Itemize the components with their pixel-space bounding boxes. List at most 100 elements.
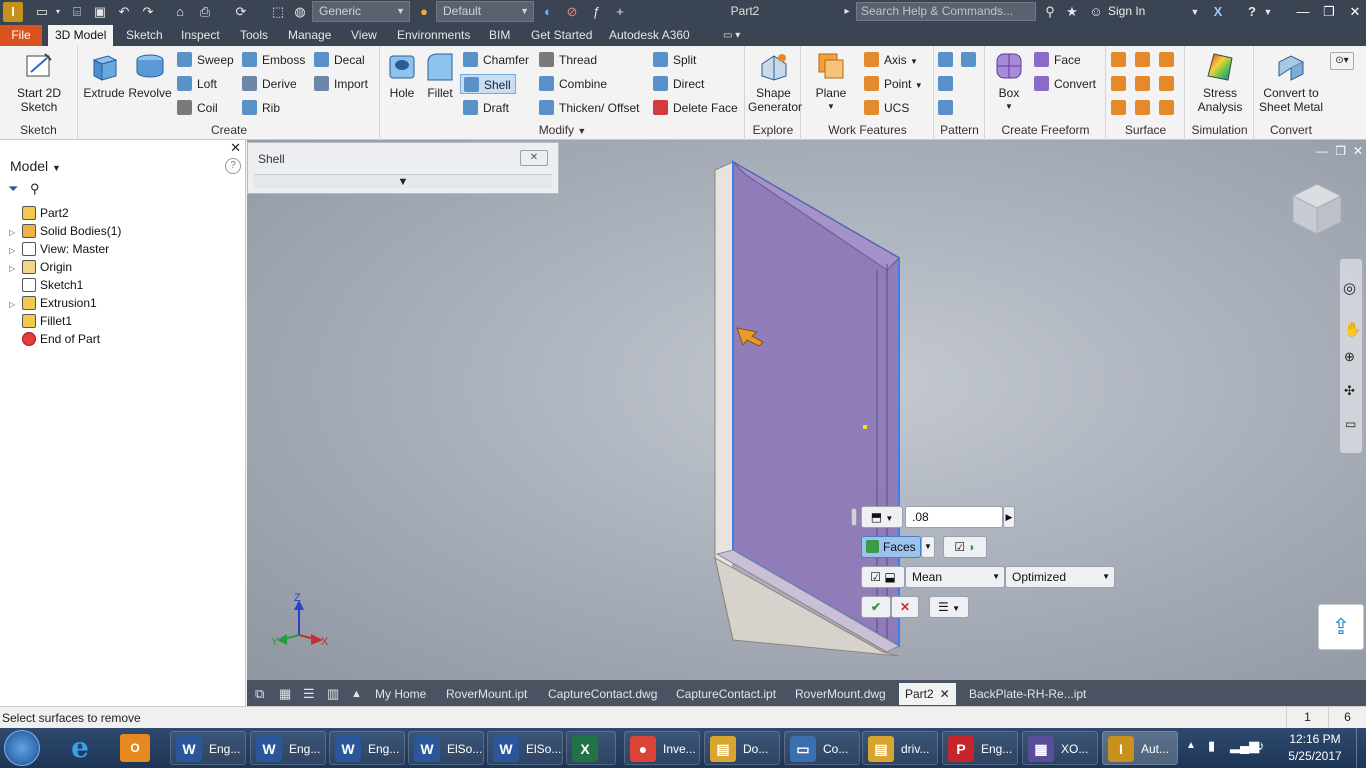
decal-button[interactable]: Decal [314, 50, 365, 70]
favorites-star-icon[interactable]: ★ [1062, 2, 1082, 22]
doc-tab-rovermount-dwg[interactable]: RoverMount.dwg [789, 683, 892, 705]
help-search-input[interactable]: Search Help & Commands... [856, 2, 1036, 21]
tab-3d-model[interactable]: 3D Model [48, 25, 114, 46]
method-select[interactable]: Mean ▼ [905, 566, 1005, 588]
ok-checkmark-icon[interactable]: ✔ [861, 596, 891, 618]
binoculars-icon[interactable]: ⚲ [1040, 2, 1060, 22]
browser-help-icon[interactable]: ? [225, 158, 241, 174]
open-folder-icon[interactable]: ⌸ [67, 2, 87, 22]
point-button[interactable]: Point ▼ [864, 74, 923, 94]
tree-node[interactable]: End of Part [0, 330, 100, 348]
tile-windows-icon[interactable]: ▦ [273, 683, 297, 705]
panel-modify-title[interactable]: Modify ▼ [381, 123, 744, 137]
doc-tab-backplate[interactable]: BackPlate-RH-Re...ipt [963, 683, 1092, 705]
help-dropdown-icon[interactable]: ▼ [1262, 2, 1274, 22]
surface-patch-icon[interactable] [1135, 50, 1155, 70]
taskbar-item[interactable]: W ElSo... [408, 731, 484, 765]
ribbon-options-icon[interactable]: ▭ ▾ [716, 25, 747, 46]
clock-date[interactable]: 5/25/2017 [1282, 749, 1348, 763]
surface-ruled-icon[interactable] [1111, 98, 1131, 118]
undo-icon[interactable]: ↶ [114, 2, 134, 22]
convert-to-sheet-metal-button[interactable]: Convert to Sheet Metal [1255, 50, 1327, 114]
function-icon[interactable]: ƒ [586, 2, 606, 22]
tree-node[interactable]: ▷ Extrusion1 [0, 294, 97, 312]
view-cube-icon[interactable] [1287, 180, 1347, 240]
battery-icon[interactable]: ▮ [1208, 738, 1215, 754]
hole-button[interactable]: Hole [383, 50, 421, 100]
taskbar-item[interactable]: W Eng... [170, 731, 246, 765]
graphics-viewport[interactable]: Z X Y — ❐ ✕ ◎ ✋ ⊕ ✣ ▭ ⇪ ⬒ ▼ .08 ▶ Faces … [247, 140, 1366, 680]
zoom-icon[interactable]: ⊕ [1344, 349, 1355, 365]
save-icon[interactable]: ▣ [90, 2, 110, 22]
plane-button[interactable]: Plane ▼ [808, 50, 854, 114]
tab-list-up-icon[interactable]: ▲ [345, 683, 368, 705]
doc-tab-close-icon[interactable]: ✕ [940, 683, 950, 705]
viewport-close-icon[interactable]: ✕ [1353, 144, 1363, 158]
clock-time[interactable]: 12:16 PM [1282, 732, 1348, 746]
select-icon[interactable]: ⬚ [268, 2, 288, 22]
restore-icon[interactable]: ❐ [1316, 0, 1342, 24]
rectangular-pattern-icon[interactable] [938, 50, 958, 70]
pan-hand-icon[interactable]: ✋ [1344, 321, 1361, 338]
taskbar-item[interactable]: ● Inve... [624, 731, 700, 765]
mini-toolbar-grip[interactable] [851, 508, 857, 526]
cascade-windows-icon[interactable]: ⧉ [249, 683, 270, 705]
ribbon-options-dropdown[interactable]: ⊙▾ [1330, 52, 1354, 70]
surface-repair-icon[interactable] [1159, 98, 1179, 118]
network-signal-icon[interactable]: ▂▄▆ [1230, 738, 1259, 754]
show-hidden-icons[interactable]: ▲ [1186, 740, 1196, 751]
chamfer-button[interactable]: Chamfer [463, 50, 529, 70]
tab-autodesk-a360[interactable]: Autodesk A360 [602, 25, 697, 46]
import-button[interactable]: Import [314, 74, 368, 94]
tab-tools[interactable]: Tools [233, 25, 275, 46]
tab-environments[interactable]: Environments [390, 25, 477, 46]
appearance-combo[interactable]: Generic ▼ [312, 1, 410, 22]
browser-close-icon[interactable]: ✕ [230, 140, 241, 156]
shell-button[interactable]: Shell [460, 74, 516, 94]
add-icon[interactable]: + [610, 2, 630, 22]
cancel-x-icon[interactable]: ✕ [891, 596, 919, 618]
viewport-minimize-icon[interactable]: — [1316, 144, 1328, 158]
tree-node[interactable]: Fillet1 [0, 312, 72, 330]
coil-button[interactable]: Coil [177, 98, 218, 118]
draft-button[interactable]: Draft [463, 98, 509, 118]
tab-file[interactable]: File [0, 25, 42, 46]
internet-explorer-icon[interactable]: e [64, 732, 96, 764]
share-icon[interactable]: ⇪ [1318, 604, 1364, 650]
stress-analysis-button[interactable]: Stress Analysis [1188, 50, 1252, 114]
find-binoculars-icon[interactable]: ⚲ [30, 181, 40, 197]
tree-node[interactable]: ▷ View: Master [0, 240, 109, 258]
tile-horizontal-icon[interactable]: ☰ [297, 683, 321, 705]
box-button[interactable]: Box ▼ [990, 50, 1028, 114]
shell-dialog-close-icon[interactable]: ✕ [520, 150, 548, 166]
tree-node[interactable]: Part2 [0, 204, 69, 222]
tab-sketch[interactable]: Sketch [119, 25, 170, 46]
optimization-select[interactable]: Optimized ▼ [1005, 566, 1115, 588]
emboss-button[interactable]: Emboss [242, 50, 305, 70]
tab-manage[interactable]: Manage [281, 25, 338, 46]
color-wheel-icon[interactable]: ◍ [290, 2, 310, 22]
start-button-icon[interactable] [4, 730, 40, 766]
surface-sculpt-icon[interactable] [1159, 50, 1179, 70]
volume-muted-icon[interactable]: ♪ [1258, 738, 1265, 753]
minimize-icon[interactable]: — [1290, 0, 1316, 24]
sketch-pattern-icon[interactable] [938, 98, 958, 118]
help-icon[interactable]: ? [1242, 2, 1262, 22]
tree-node[interactable]: ▷ Solid Bodies(1) [0, 222, 121, 240]
orbit-icon[interactable]: ✣ [1344, 383, 1355, 399]
solids-toggle-button[interactable]: ☑ ◗ [943, 536, 987, 558]
sign-in-link[interactable]: Sign In [1108, 4, 1145, 18]
taskbar-item[interactable]: W ElSo... [487, 731, 563, 765]
split-button[interactable]: Split [653, 50, 696, 70]
taskbar-item[interactable]: ▦ XO... [1022, 731, 1098, 765]
new-file-icon[interactable]: ▭ [32, 2, 52, 22]
outlook-icon[interactable]: O [120, 734, 150, 762]
print-icon[interactable]: ⎙ [194, 2, 216, 22]
viewport-restore-icon[interactable]: ❐ [1335, 144, 1346, 158]
taskbar-item[interactable]: W Eng... [250, 731, 326, 765]
thread-button[interactable]: Thread [539, 50, 597, 70]
fillet-button[interactable]: Fillet [421, 50, 459, 100]
tab-get-started[interactable]: Get Started [524, 25, 599, 46]
surface-stitch-icon[interactable] [1111, 50, 1131, 70]
ucs-button[interactable]: UCS [864, 98, 909, 118]
